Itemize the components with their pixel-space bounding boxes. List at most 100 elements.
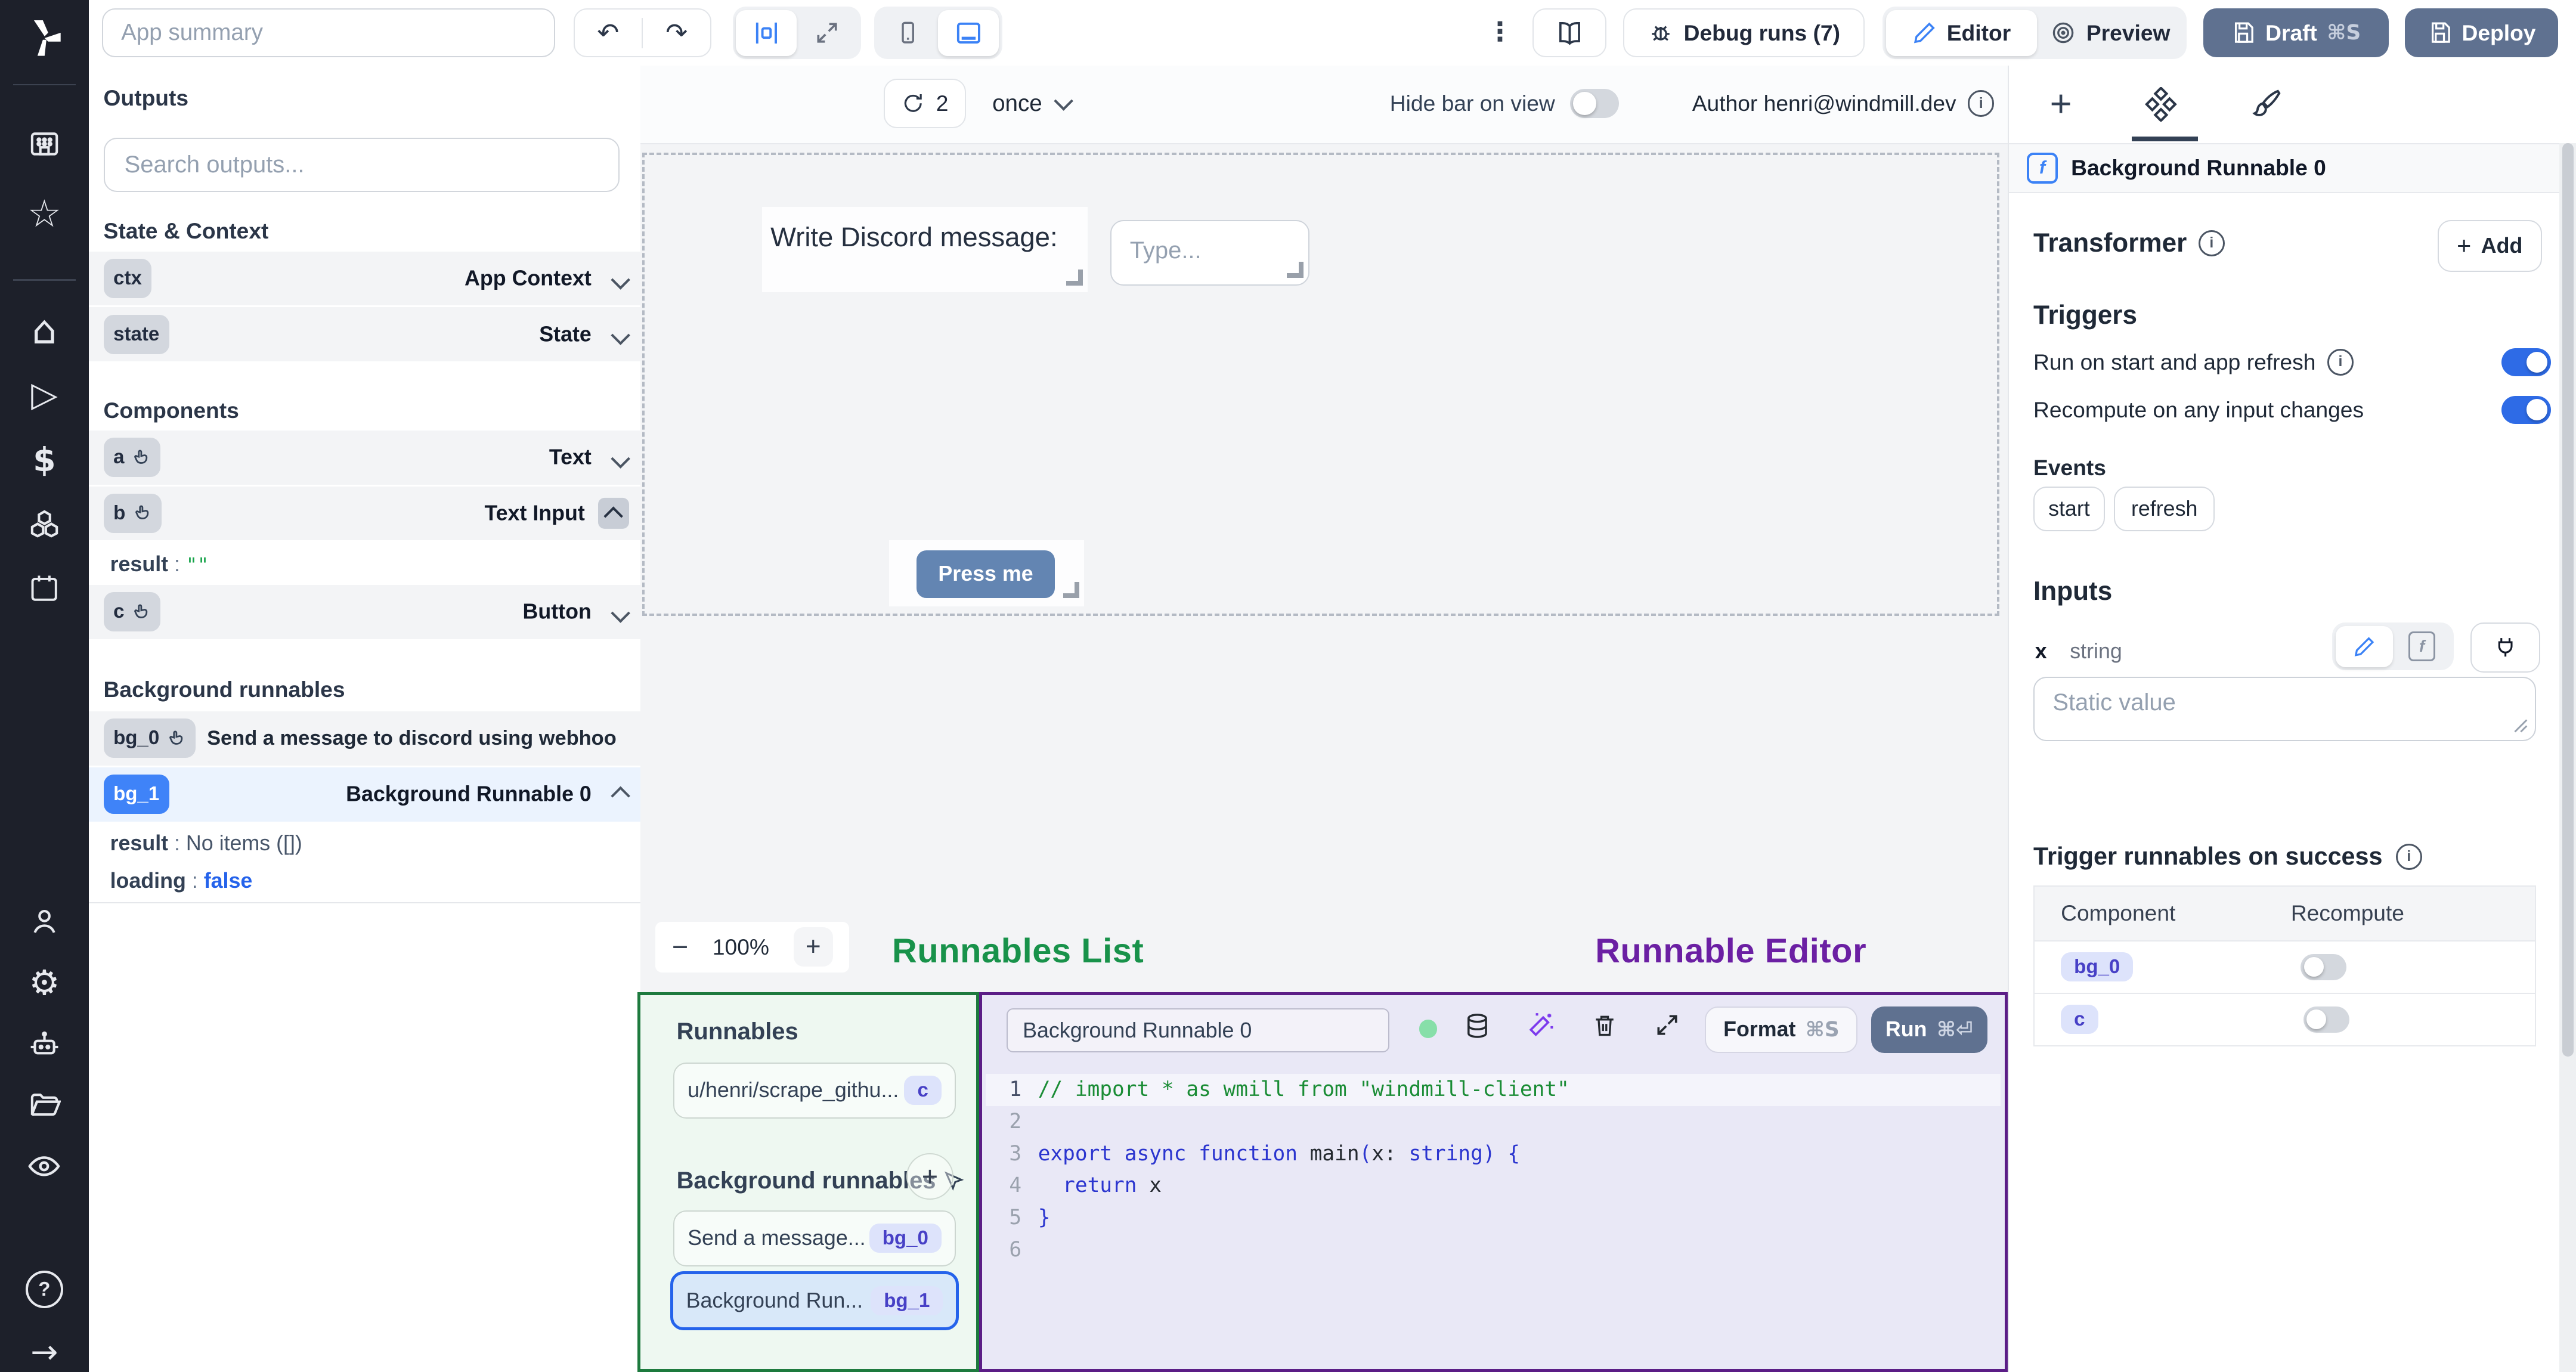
help-icon[interactable]: ? bbox=[0, 1262, 89, 1318]
discord-message-input[interactable] bbox=[1111, 221, 1276, 281]
windmill-logo[interactable] bbox=[0, 10, 89, 66]
user-icon[interactable] bbox=[0, 894, 89, 950]
author-info: Author henri@windmill.dev i bbox=[1692, 79, 1995, 128]
expand-editor-icon[interactable] bbox=[1654, 1012, 1680, 1038]
button-component: Press me bbox=[888, 540, 1085, 606]
row-c-toggle[interactable] bbox=[2303, 1006, 2350, 1033]
docs-button[interactable] bbox=[1532, 8, 1607, 58]
settings-tab-icon[interactable] bbox=[2144, 87, 2178, 122]
recompute-toggle[interactable] bbox=[2501, 395, 2551, 424]
event-refresh-pill[interactable]: refresh bbox=[2114, 486, 2215, 532]
info-icon[interactable]: i bbox=[1967, 90, 1995, 117]
distribute-horizontal-button[interactable] bbox=[736, 10, 797, 56]
scrollbar-thumb[interactable] bbox=[2562, 143, 2574, 1057]
chevron-up-icon[interactable] bbox=[611, 779, 631, 809]
textarea-resize-icon[interactable] bbox=[2513, 718, 2528, 733]
connect-plug-button[interactable] bbox=[2470, 622, 2540, 673]
info-icon[interactable]: i bbox=[2198, 230, 2225, 257]
insert-tab-plus-icon[interactable]: + bbox=[2050, 82, 2072, 125]
gear-icon[interactable]: ⚙ bbox=[0, 955, 89, 1011]
fullscreen-button[interactable] bbox=[797, 10, 857, 56]
kebab-menu[interactable]: ⋮ bbox=[1487, 17, 1513, 47]
folder-open-icon[interactable] bbox=[0, 1077, 89, 1133]
info-icon[interactable]: i bbox=[2395, 843, 2423, 871]
editor-preview-toggle: Editor Preview bbox=[1883, 7, 2187, 60]
theme-tab-brush-icon[interactable] bbox=[2250, 87, 2283, 120]
rail-divider bbox=[13, 279, 76, 281]
tab-editor[interactable]: Editor bbox=[1885, 10, 2038, 56]
ctx-row[interactable]: ctx App Context bbox=[88, 251, 641, 306]
component-a-row[interactable]: a Text bbox=[88, 430, 641, 485]
resize-handle[interactable] bbox=[1066, 270, 1083, 286]
undo-button[interactable]: ↶ bbox=[575, 18, 642, 48]
robot-icon[interactable] bbox=[0, 1017, 89, 1073]
collapse-arrow-icon[interactable]: → bbox=[0, 1324, 89, 1372]
cache-icon[interactable] bbox=[1463, 1012, 1491, 1040]
chevron-down-icon[interactable] bbox=[611, 320, 631, 349]
bg1-badge: bg_1 bbox=[103, 775, 169, 814]
home-icon[interactable]: ⌂ bbox=[0, 302, 89, 358]
dollar-icon[interactable]: $ bbox=[0, 432, 89, 488]
static-value-input[interactable] bbox=[2052, 689, 2513, 729]
textinput-component[interactable] bbox=[1110, 220, 1309, 286]
component-b-row[interactable]: b Text Input bbox=[88, 486, 641, 541]
add-transformer-button[interactable]: + Add bbox=[2437, 220, 2542, 272]
interval-dropdown[interactable]: once bbox=[992, 79, 1074, 128]
code-editor[interactable]: 1// import * as wmill from "windmill-cli… bbox=[985, 1074, 2001, 1266]
redo-button[interactable]: ↷ bbox=[642, 17, 710, 48]
resize-handle[interactable] bbox=[1287, 262, 1304, 278]
runnable-item-bg0[interactable]: Send a message... bg_0 bbox=[673, 1210, 956, 1266]
runs-play-icon[interactable]: ▷ bbox=[0, 366, 89, 422]
bg1-row-selected[interactable]: bg_1 Background Runnable 0 bbox=[88, 767, 641, 822]
debug-runs-button[interactable]: Debug runs (7) bbox=[1623, 8, 1865, 58]
component-c-row[interactable]: c Button bbox=[88, 584, 641, 639]
draft-button[interactable]: Draft ⌘S bbox=[2203, 8, 2389, 58]
scrollbar-track[interactable] bbox=[2559, 143, 2576, 1372]
mobile-view-button[interactable] bbox=[877, 10, 938, 56]
input-mode-toggle: f bbox=[2332, 622, 2454, 671]
chevron-down-icon[interactable] bbox=[611, 597, 631, 627]
eval-mode-function-button[interactable]: f bbox=[2393, 626, 2450, 667]
runnable-item-script[interactable]: u/henri/scrape_githu... c bbox=[673, 1063, 956, 1119]
calendar-icon[interactable] bbox=[0, 560, 89, 616]
bg0-badge: bg_0 bbox=[103, 718, 196, 758]
resize-handle[interactable] bbox=[1063, 581, 1080, 598]
hide-bar-toggle[interactable] bbox=[1569, 88, 1620, 119]
ai-wand-icon[interactable] bbox=[1526, 1010, 1556, 1040]
bg0-row[interactable]: bg_0 Send a message to discord using web… bbox=[88, 711, 641, 766]
add-bg-runnable-button[interactable]: + bbox=[906, 1153, 953, 1200]
runnables-title: Runnables bbox=[676, 1018, 798, 1045]
preview-label: Preview bbox=[2086, 20, 2171, 45]
format-button[interactable]: Format ⌘S bbox=[1705, 1006, 1858, 1053]
run-on-start-toggle[interactable] bbox=[2501, 348, 2551, 376]
info-icon[interactable]: i bbox=[2327, 349, 2354, 376]
cubes-icon[interactable] bbox=[0, 496, 89, 552]
press-me-button[interactable]: Press me bbox=[917, 550, 1055, 598]
event-start-pill[interactable]: start bbox=[2033, 486, 2105, 532]
runnable-item-bg1-selected[interactable]: Background Run... bg_1 bbox=[670, 1271, 959, 1331]
runnable-name-input[interactable] bbox=[1007, 1008, 1390, 1053]
eye-icon[interactable] bbox=[0, 1138, 89, 1194]
row-bg0-toggle[interactable] bbox=[2301, 953, 2347, 980]
state-row[interactable]: state State bbox=[88, 307, 641, 362]
zoom-out-button[interactable]: − bbox=[672, 931, 688, 963]
chevron-down-icon[interactable] bbox=[611, 264, 631, 293]
tab-preview[interactable]: Preview bbox=[2037, 10, 2183, 56]
app-summary-input[interactable] bbox=[101, 8, 556, 58]
bg1-loading: loading : false bbox=[110, 869, 253, 893]
refresh-count-button[interactable]: 2 bbox=[884, 79, 966, 128]
deploy-button[interactable]: Deploy bbox=[2405, 8, 2558, 58]
undo-redo-group: ↶ ↷ bbox=[573, 8, 711, 58]
delete-icon[interactable] bbox=[1592, 1012, 1618, 1038]
desktop-view-button[interactable] bbox=[938, 10, 999, 56]
text-component[interactable]: Write Discord message: bbox=[762, 207, 1088, 293]
zoom-in-button[interactable]: + bbox=[793, 927, 833, 967]
run-button[interactable]: Run ⌘⏎ bbox=[1871, 1006, 1988, 1053]
star-icon[interactable]: ☆ bbox=[0, 185, 89, 241]
chevron-up-icon[interactable] bbox=[597, 497, 630, 529]
apps-board-icon[interactable] bbox=[0, 117, 89, 173]
chevron-down-icon[interactable] bbox=[611, 442, 631, 472]
component-a-badge: a bbox=[103, 438, 161, 478]
static-mode-pencil-button[interactable] bbox=[2335, 625, 2394, 667]
search-outputs-input[interactable] bbox=[103, 138, 620, 193]
